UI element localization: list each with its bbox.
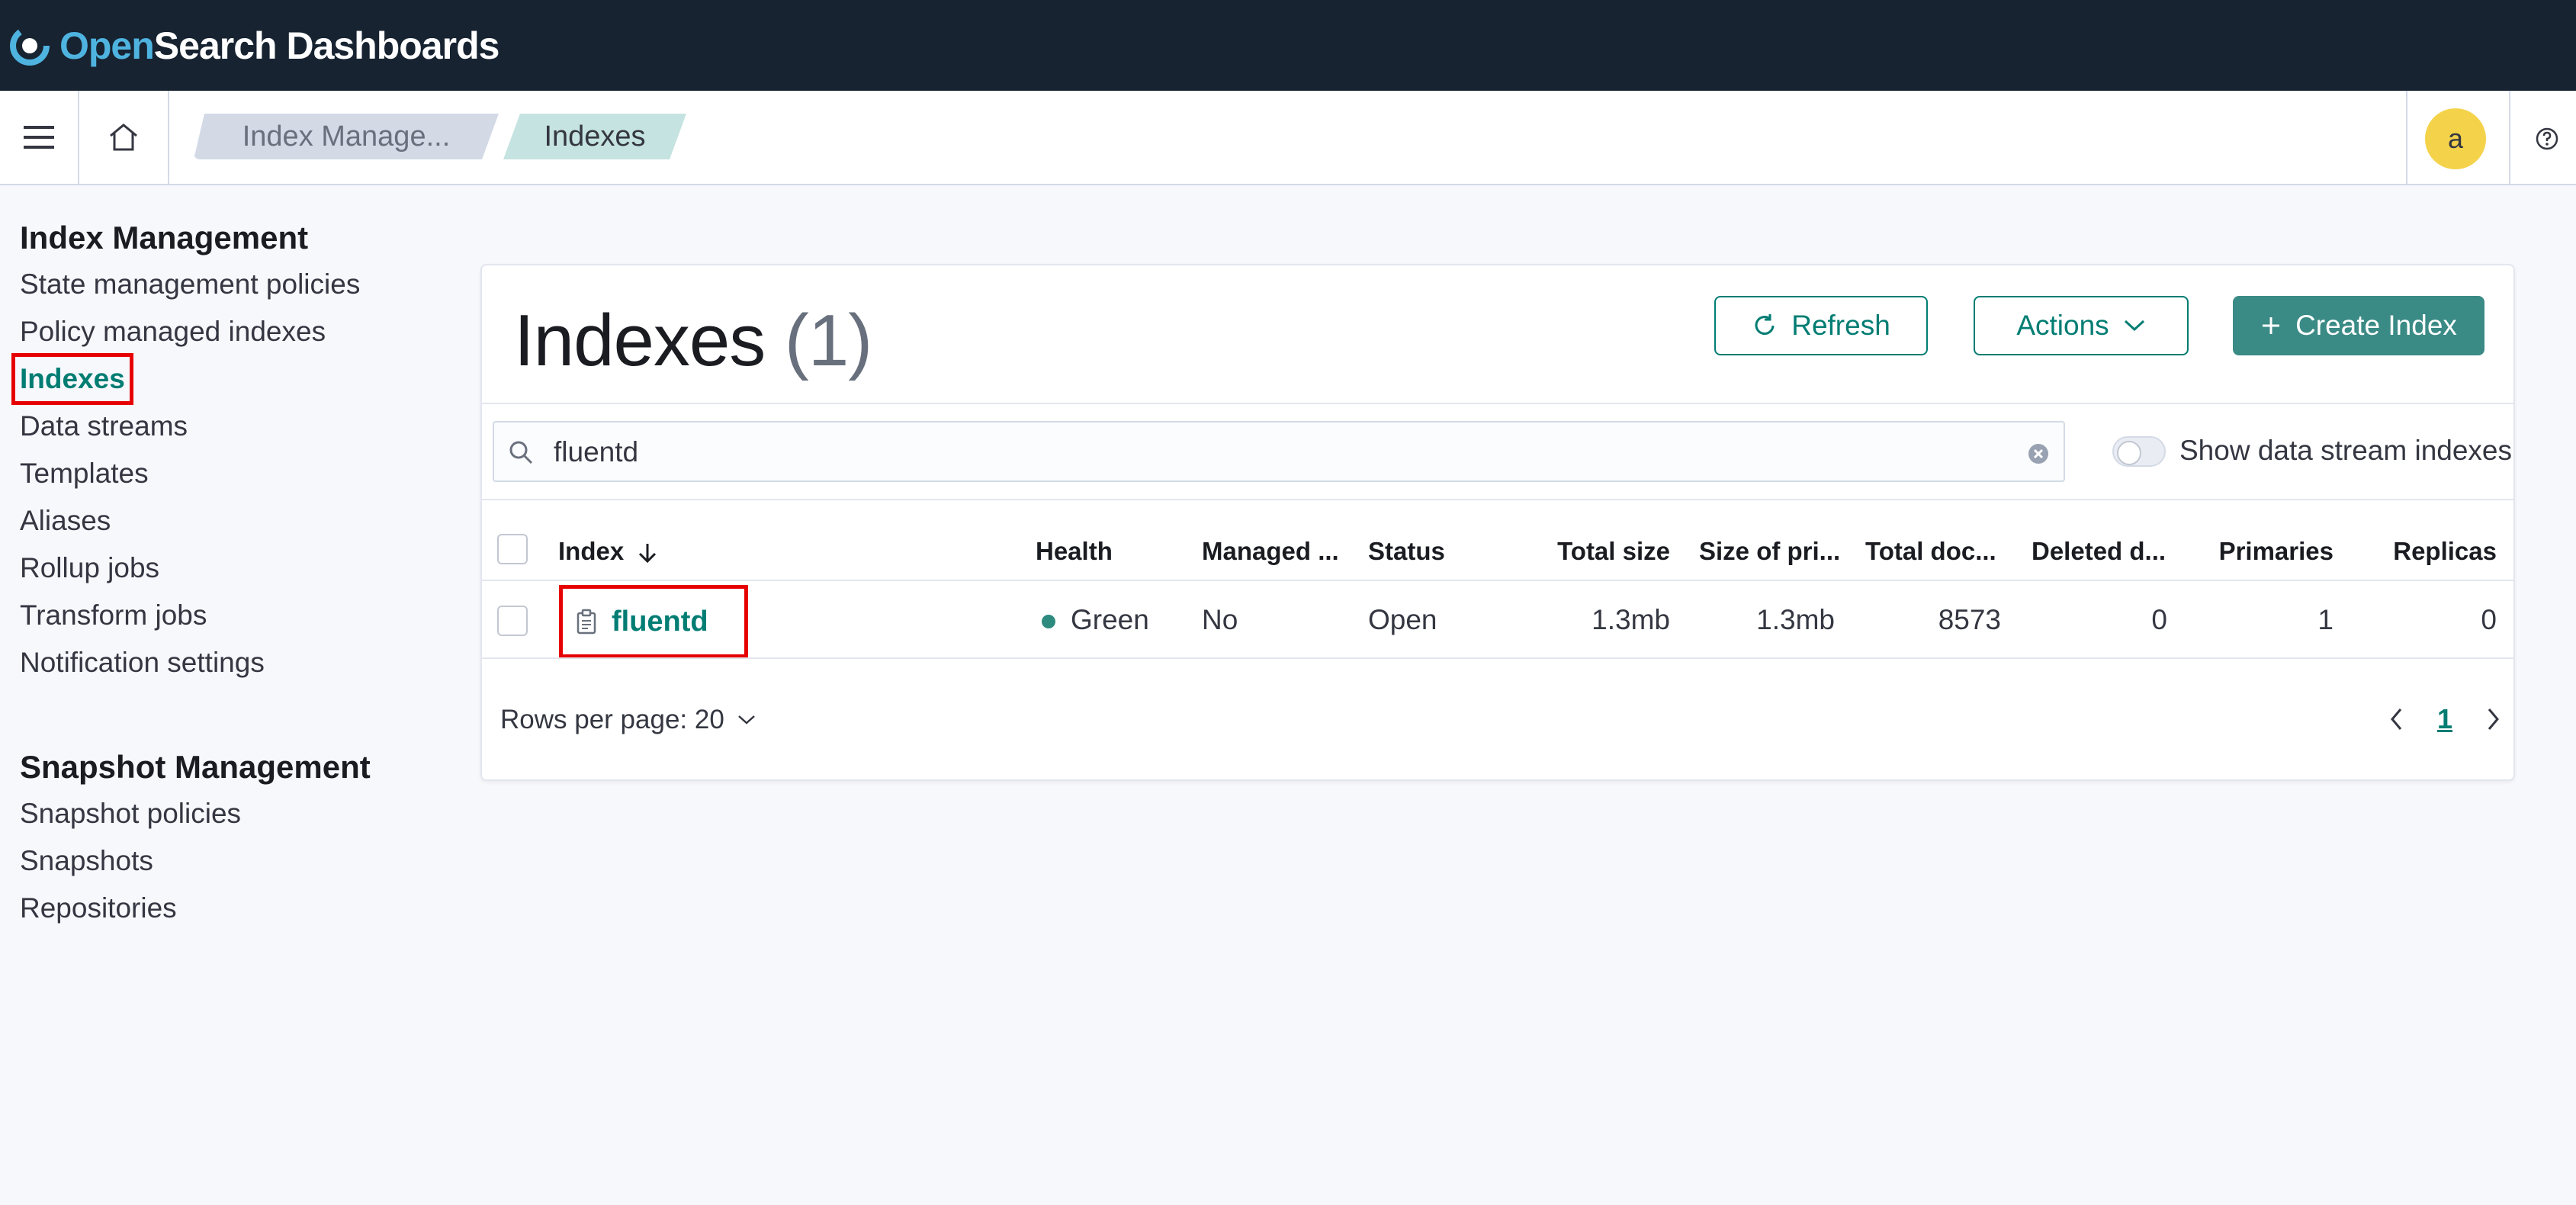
health-cell: Green — [1042, 604, 1149, 636]
chevron-down-icon — [2124, 320, 2144, 332]
index-count: (1) — [784, 300, 872, 381]
page-number[interactable]: 1 — [2437, 703, 2452, 735]
opensearch-logo[interactable]: OpenSearch Dashboards — [8, 24, 499, 68]
status-cell: Open — [1368, 604, 1437, 635]
total-docs-cell: 8573 — [1938, 604, 2001, 635]
home-icon — [110, 124, 137, 151]
arrow-down-icon — [639, 544, 657, 564]
plus-icon — [2263, 317, 2280, 334]
refresh-button[interactable]: Refresh — [1714, 296, 1928, 355]
clipboard-icon — [577, 609, 596, 635]
show-data-stream-label: Show data stream indexes — [2179, 435, 2513, 466]
top-header: OpenSearch Dashboards — [0, 0, 2576, 91]
chevron-left-icon[interactable] — [2388, 707, 2404, 731]
sidebar: Index Management State management polici… — [11, 215, 447, 932]
create-index-button[interactable]: Create Index — [2233, 296, 2484, 355]
sidebar-title-index-management: Index Management — [20, 220, 309, 255]
rows-per-page-button[interactable]: Rows per page: 20 — [500, 705, 756, 735]
pagination: 1 — [2388, 703, 2501, 735]
sidebar-item-notification-settings[interactable]: Notification settings — [20, 639, 447, 686]
deleted-docs-cell: 0 — [2151, 604, 2167, 635]
search-icon — [509, 441, 533, 464]
refresh-label: Refresh — [1791, 310, 1890, 341]
sidebar-item-data-streams[interactable]: Data streams — [20, 403, 447, 450]
brand-open: Open — [59, 24, 155, 67]
menu-button[interactable] — [0, 91, 79, 184]
sidebar-item-indexes-label: Indexes — [11, 353, 133, 405]
create-index-label: Create Index — [2295, 310, 2457, 341]
column-header-health[interactable]: Health — [1036, 537, 1113, 566]
index-name: fluentd — [612, 605, 708, 638]
search-input[interactable]: fluentd — [493, 421, 2065, 482]
chevron-right-icon[interactable] — [2486, 707, 2501, 731]
sidebar-item-snapshot-policies[interactable]: Snapshot policies — [20, 790, 447, 837]
sidebar-item-indexes[interactable]: Indexes — [11, 353, 447, 405]
actions-label: Actions — [2016, 310, 2109, 341]
column-header-index[interactable]: Index — [558, 537, 658, 566]
nav-bar: Index Manage... Indexes — [0, 91, 2576, 185]
rows-per-page-label: Rows per page: 20 — [500, 705, 724, 734]
clear-icon[interactable] — [2027, 442, 2050, 465]
page-title: Indexes (1) — [514, 299, 872, 383]
primary-size-cell: 1.3mb — [1756, 604, 1835, 635]
indexes-panel: Indexes (1) Refresh Actions Create Index… — [480, 264, 2515, 781]
index-link-fluentd[interactable]: fluentd — [559, 585, 748, 658]
sidebar-item-state-management-policies[interactable]: State management policies — [20, 261, 447, 308]
select-all-checkbox[interactable] — [497, 534, 528, 564]
column-header-total-documents[interactable]: Total doc... — [1865, 537, 1996, 566]
help-button[interactable] — [2532, 124, 2562, 154]
sidebar-item-transform-jobs[interactable]: Transform jobs — [20, 592, 447, 639]
breadcrumb-indexes: Indexes — [503, 114, 686, 159]
divider — [482, 403, 2513, 404]
breadcrumb-index-management[interactable]: Index Manage... — [194, 114, 499, 159]
search-value: fluentd — [554, 436, 639, 468]
hamburger-icon — [24, 126, 54, 149]
health-status-dot — [1042, 615, 1055, 629]
replicas-cell: 0 — [2481, 604, 2497, 635]
sidebar-item-snapshots[interactable]: Snapshots — [20, 837, 447, 885]
column-header-managed[interactable]: Managed ... — [1202, 537, 1339, 566]
health-value: Green — [1071, 604, 1149, 635]
show-data-stream-toggle[interactable] — [2112, 436, 2166, 467]
divider — [482, 657, 2513, 659]
sidebar-item-templates[interactable]: Templates — [20, 450, 447, 497]
sidebar-title-snapshot-management: Snapshot Management — [20, 749, 371, 785]
column-header-size-of-primaries[interactable]: Size of pri... — [1699, 537, 1840, 566]
sidebar-item-rollup-jobs[interactable]: Rollup jobs — [20, 545, 447, 592]
refresh-icon — [1755, 314, 1775, 335]
column-header-deleted-documents[interactable]: Deleted d... — [2032, 537, 2166, 566]
divider — [482, 499, 2513, 500]
chevron-down-icon — [737, 715, 755, 725]
nav-divider — [2406, 91, 2407, 184]
opensearch-logo-icon — [10, 25, 50, 66]
sidebar-item-aliases[interactable]: Aliases — [20, 497, 447, 545]
column-header-primaries[interactable]: Primaries — [2198, 537, 2333, 566]
user-avatar[interactable]: a — [2425, 108, 2486, 169]
column-header-replicas[interactable]: Replicas — [2347, 537, 2497, 566]
row-checkbox[interactable] — [497, 606, 528, 636]
column-header-total-size[interactable]: Total size — [1534, 537, 1670, 566]
brand-name: OpenSearch Dashboards — [59, 24, 499, 68]
divider — [482, 580, 2513, 581]
primaries-cell: 1 — [2317, 604, 2333, 635]
page-title-text: Indexes — [514, 300, 766, 381]
sidebar-item-repositories[interactable]: Repositories — [20, 885, 447, 932]
help-icon — [2536, 127, 2558, 150]
total-size-cell: 1.3mb — [1592, 604, 1670, 635]
column-header-index-label: Index — [558, 537, 625, 565]
column-header-status[interactable]: Status — [1368, 537, 1445, 566]
brand-rest: Search Dashboards — [153, 24, 500, 67]
nav-divider — [2509, 91, 2510, 184]
managed-cell: No — [1202, 604, 1238, 635]
home-button[interactable] — [79, 91, 169, 184]
actions-button[interactable]: Actions — [1974, 296, 2189, 355]
sidebar-item-policy-managed-indexes[interactable]: Policy managed indexes — [20, 308, 447, 355]
